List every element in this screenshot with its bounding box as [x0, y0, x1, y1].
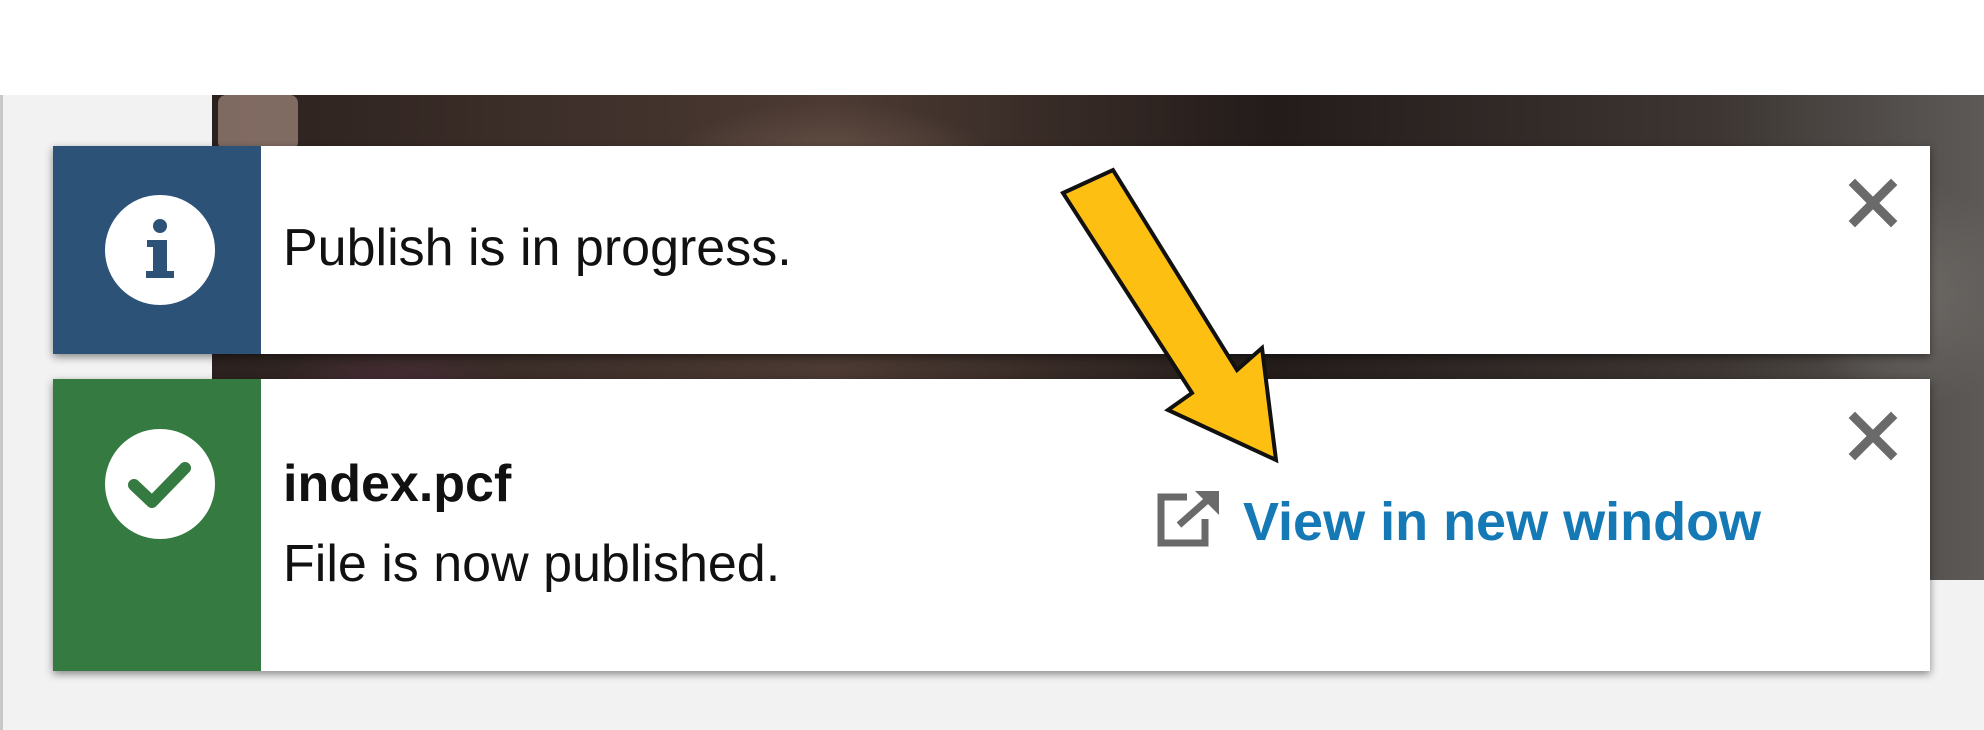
notification-success-stripe [53, 379, 261, 671]
notification-info-stripe [53, 146, 261, 354]
notification-message: File is now published. [283, 535, 781, 593]
notification-file-published: index.pcf File is now published. View in… [53, 379, 1930, 671]
view-in-new-window-link[interactable]: View in new window [1153, 489, 1761, 554]
notification-file-name: index.pcf [283, 455, 512, 513]
checkmark-icon [105, 429, 215, 539]
close-icon[interactable] [1846, 409, 1900, 463]
notification-message: Publish is in progress. [283, 219, 792, 277]
photo-highlight [218, 95, 298, 150]
external-link-icon [1153, 489, 1223, 554]
view-in-new-window-label: View in new window [1243, 491, 1762, 552]
close-icon[interactable] [1846, 176, 1900, 230]
notification-publish-in-progress: Publish is in progress. [53, 146, 1930, 354]
info-icon [105, 195, 215, 305]
